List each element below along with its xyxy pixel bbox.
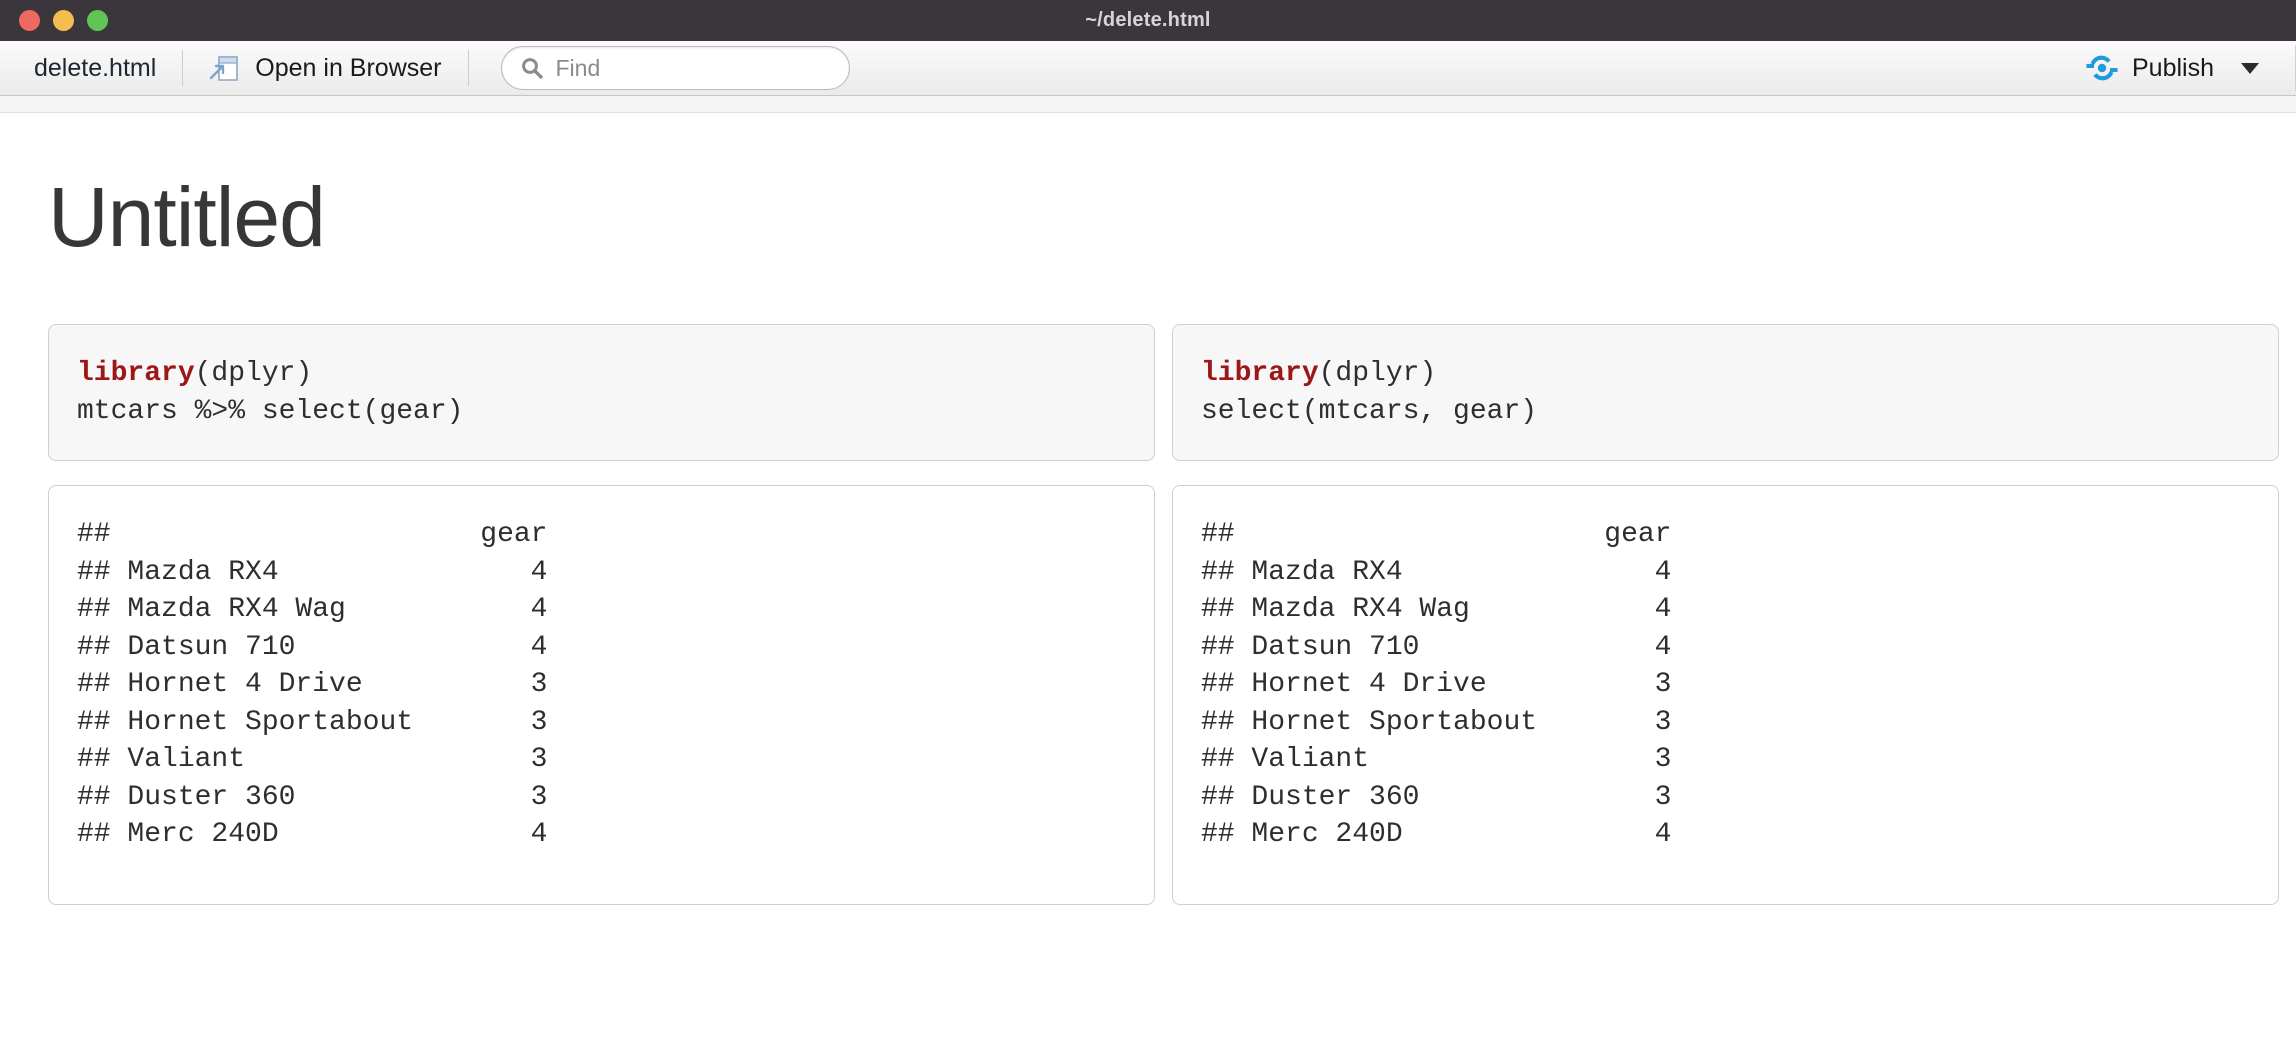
editor-toolbar: delete.html Open in Browser Find Publish: [0, 41, 2296, 96]
output-block-left: ## gear ## Mazda RX4 4 ## Mazda RX4 Wag 4 #…: [48, 485, 1155, 906]
output-line: ## Duster 360 3: [1201, 781, 1672, 813]
toolbar-under-strip: [0, 96, 2296, 113]
code-block-row: library(dplyr) mtcars %>% select(gear) l…: [48, 324, 2279, 462]
output-line: ## Valiant 3: [77, 744, 548, 776]
output-line: ## Hornet 4 Drive 3: [1201, 669, 1672, 701]
output-line: ## Mazda RX4 4: [77, 556, 548, 588]
file-name-label: delete.html: [34, 53, 157, 82]
code-keyword: library: [77, 358, 195, 389]
output-line: ## gear: [77, 519, 548, 551]
output-block-right: ## gear ## Mazda RX4 4 ## Mazda RX4 Wag 4 #…: [1172, 485, 2279, 906]
code-block-right: library(dplyr) select(mtcars, gear): [1172, 324, 2279, 462]
output-line: ## Merc 240D 4: [77, 819, 548, 851]
page-title: Untitled: [48, 170, 326, 264]
code-line-2: select(mtcars, gear): [1201, 395, 1538, 427]
code-block-left: library(dplyr) mtcars %>% select(gear): [48, 324, 1155, 462]
window-title: ~/delete.html: [1085, 9, 1211, 31]
output-block-row: ## gear ## Mazda RX4 4 ## Mazda RX4 Wag 4 #…: [48, 485, 2279, 906]
code-after-keyword: (dplyr): [1318, 358, 1437, 389]
publish-icon: [2085, 53, 2119, 83]
output-line: ## Merc 240D 4: [1201, 819, 1672, 851]
window-title-bar: ~/delete.html: [0, 0, 2296, 41]
output-line: ## Hornet 4 Drive 3: [77, 669, 548, 701]
open-in-browser-label: Open in Browser: [255, 53, 442, 82]
toolbar-right-group: Publish: [2065, 41, 2296, 95]
find-container: [469, 46, 850, 90]
find-input[interactable]: [555, 54, 835, 82]
document-body: Untitled library(dplyr) mtcars %>% selec…: [0, 113, 2296, 1040]
code-after-keyword: (dplyr): [194, 358, 313, 389]
toolbar-left-group: delete.html Open in Browser: [0, 41, 850, 95]
output-line: ## Datsun 710 4: [77, 631, 548, 663]
output-line: ## Mazda RX4 Wag 4: [1201, 594, 1672, 626]
external-page-icon: [209, 53, 241, 83]
publish-label: Publish: [2132, 53, 2214, 82]
output-line: ## gear: [1201, 519, 1672, 551]
output-line: ## Duster 360 3: [77, 781, 548, 813]
output-line: ## Hornet Sportabout 3: [1201, 706, 1672, 738]
chevron-down-icon[interactable]: [2241, 62, 2259, 74]
search-icon: [520, 56, 544, 80]
open-in-browser-button[interactable]: Open in Browser: [183, 53, 467, 83]
publish-button[interactable]: Publish: [2065, 53, 2295, 83]
code-keyword: library: [1201, 358, 1319, 389]
code-line-2: mtcars %>% select(gear): [77, 395, 464, 427]
output-line: ## Mazda RX4 4: [1201, 556, 1672, 588]
output-line: ## Mazda RX4 Wag 4: [77, 594, 548, 626]
find-box[interactable]: [500, 46, 850, 90]
output-line: ## Valiant 3: [1201, 744, 1672, 776]
output-line: ## Datsun 710 4: [1201, 631, 1672, 663]
output-line: ## Hornet Sportabout 3: [77, 706, 548, 738]
